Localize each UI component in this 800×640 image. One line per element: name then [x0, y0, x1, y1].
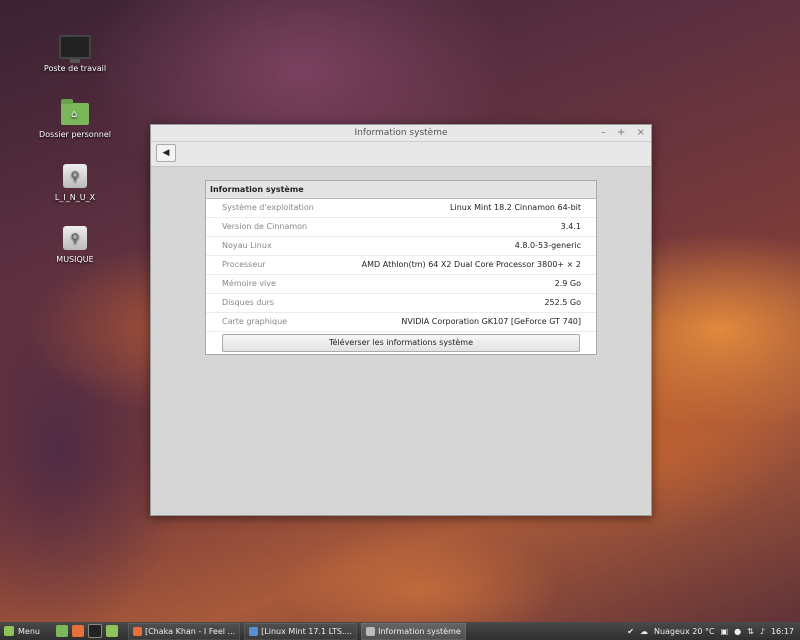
home-folder-icon: ⌂ — [61, 99, 89, 125]
taskbar-task-active[interactable]: Information système — [361, 622, 466, 640]
window-titlebar[interactable]: Information système – + × — [151, 125, 651, 142]
weather-text[interactable]: Nuageux 20 °C — [654, 627, 715, 636]
system-tray: ✔ ☁ Nuageux 20 °C ▣ ● ⇅ ♪ 16:17 — [621, 627, 800, 636]
info-row: Processeur AMD Athlon(tm) 64 X2 Dual Cor… — [206, 256, 596, 275]
desktop-icon-linux-drive[interactable]: ⚲ L_I_N_U_X — [25, 164, 125, 202]
minimize-button[interactable]: – — [601, 127, 606, 138]
desktop-icon-computer[interactable]: Poste de travail — [25, 35, 125, 73]
taskbar-task[interactable]: [Chaka Khan - I Feel ... — [127, 622, 241, 640]
info-value: 2.9 Go — [554, 279, 581, 288]
desktop-icon-label: Poste de travail — [43, 64, 107, 73]
network-icon[interactable]: ⇅ — [747, 627, 754, 636]
info-label: Processeur — [222, 260, 266, 269]
info-row: Disques durs 252.5 Go — [206, 294, 596, 313]
upload-info-button[interactable]: Téléverser les informations système — [222, 334, 580, 352]
system-info-panel: Information système Système d'exploitati… — [205, 180, 597, 355]
terminal-icon[interactable] — [87, 624, 102, 638]
volume-icon[interactable]: ♪ — [760, 627, 765, 636]
clock[interactable]: 16:17 — [771, 627, 794, 636]
drive-icon: ⚲ — [63, 164, 87, 188]
close-button[interactable]: × — [637, 127, 645, 138]
monitor-icon — [59, 35, 91, 63]
info-value: 252.5 Go — [544, 298, 581, 307]
window-title: Information système — [354, 128, 448, 138]
drive-icon: ⚲ — [63, 226, 87, 250]
task-label: [Linux Mint 17.1 LTS.... — [261, 626, 353, 636]
mint-logo-icon — [4, 626, 14, 636]
info-row: Version de Cinnamon 3.4.1 — [206, 218, 596, 237]
menu-label: Menu — [18, 626, 40, 636]
info-label: Disques durs — [222, 298, 274, 307]
upload-area: Téléverser les informations système — [206, 332, 596, 354]
info-value: 4.8.0-53-generic — [514, 241, 581, 250]
firefox-icon — [132, 626, 142, 636]
window-toolbar: ◀ — [151, 142, 651, 167]
desktop-icon-label: MUSIQUE — [56, 255, 94, 264]
info-label: Mémoire vive — [222, 279, 276, 288]
info-row: Noyau Linux 4.8.0-53-generic — [206, 237, 596, 256]
back-button[interactable]: ◀ — [156, 144, 176, 162]
firefox-icon[interactable] — [71, 625, 84, 637]
system-info-icon — [366, 626, 376, 636]
info-label: Version de Cinnamon — [222, 222, 308, 231]
shield-icon[interactable]: ✔ — [627, 627, 634, 636]
info-value: 3.4.1 — [560, 222, 581, 231]
info-row: Système d'exploitation Linux Mint 18.2 C… — [206, 199, 596, 218]
back-arrow-icon: ◀ — [162, 148, 170, 158]
info-row: Carte graphique NVIDIA Corporation GK107… — [206, 313, 596, 332]
taskbar: Menu [Chaka Khan - I Feel ... [Linux Min… — [0, 622, 800, 640]
show-desktop-icon[interactable] — [55, 625, 68, 637]
desktop-icon-label: L_I_N_U_X — [54, 193, 96, 202]
info-label: Noyau Linux — [222, 241, 272, 250]
system-info-window: Information système – + × ◀ Information … — [150, 124, 652, 516]
task-label: Information système — [378, 626, 461, 636]
info-label: Système d'exploitation — [222, 203, 314, 212]
window-controls: – + × — [593, 125, 645, 141]
task-label: [Chaka Khan - I Feel ... — [144, 626, 236, 636]
info-label: Carte graphique — [222, 317, 288, 326]
info-value: Linux Mint 18.2 Cinnamon 64-bit — [450, 203, 581, 212]
maximize-button[interactable]: + — [617, 127, 625, 138]
clipboard-icon[interactable]: ▣ — [721, 627, 729, 636]
panel-header: Information système — [206, 181, 596, 199]
desktop-icon-home[interactable]: ⌂ Dossier personnel — [25, 99, 125, 139]
user-icon[interactable]: ● — [734, 627, 741, 636]
files-icon[interactable] — [105, 625, 118, 637]
info-value: NVIDIA Corporation GK107 [GeForce GT 740… — [401, 317, 581, 326]
taskbar-task[interactable]: [Linux Mint 17.1 LTS.... — [244, 622, 358, 640]
menu-button[interactable]: Menu — [0, 626, 46, 636]
info-value: AMD Athlon(tm) 64 X2 Dual Core Processor… — [361, 260, 581, 269]
desktop-icon-music-drive[interactable]: ⚲ MUSIQUE — [25, 226, 125, 264]
desktop-icon-label: Dossier personnel — [38, 130, 111, 139]
image-viewer-icon — [249, 626, 259, 636]
info-row: Mémoire vive 2.9 Go — [206, 275, 596, 294]
weather-icon[interactable]: ☁ — [640, 627, 648, 636]
